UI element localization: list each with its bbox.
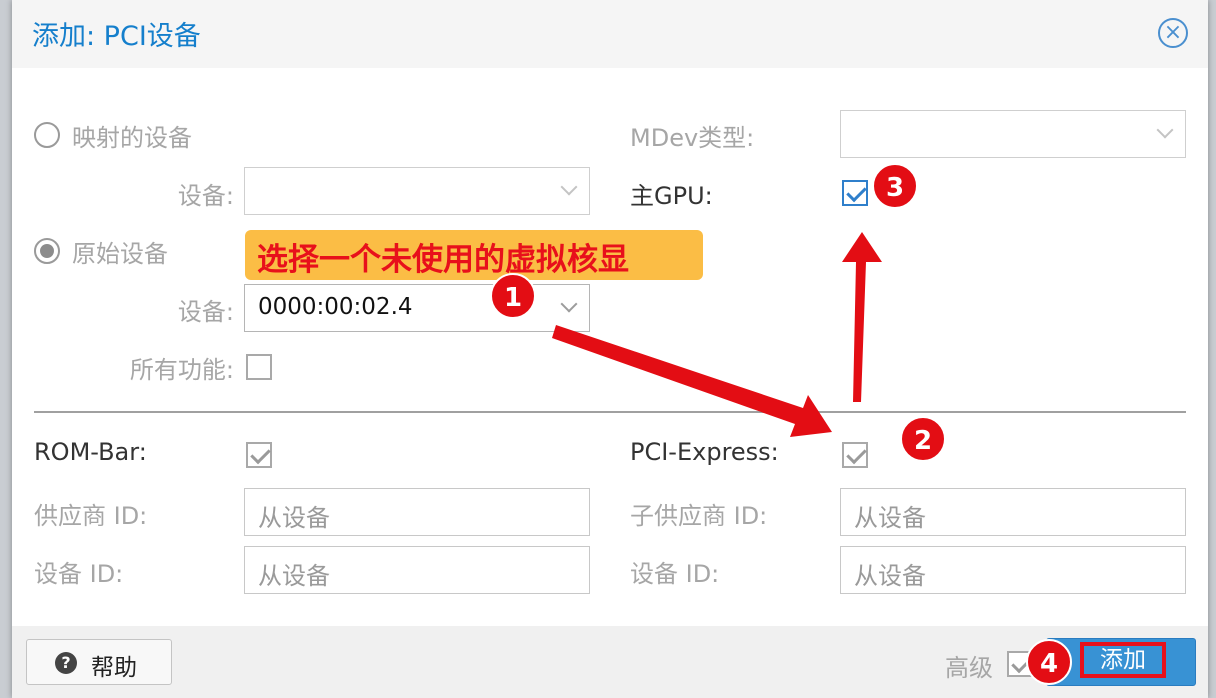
arrow-to-pcie <box>552 325 832 437</box>
annotation-badge-1: 1 <box>490 273 536 319</box>
annotation-badge-4: 4 <box>1026 639 1072 685</box>
arrow-to-primary-gpu <box>842 232 882 402</box>
annotation-arrows <box>552 232 882 437</box>
annotation-badge-3: 3 <box>872 163 918 209</box>
annotation-badge-2: 2 <box>900 416 946 462</box>
